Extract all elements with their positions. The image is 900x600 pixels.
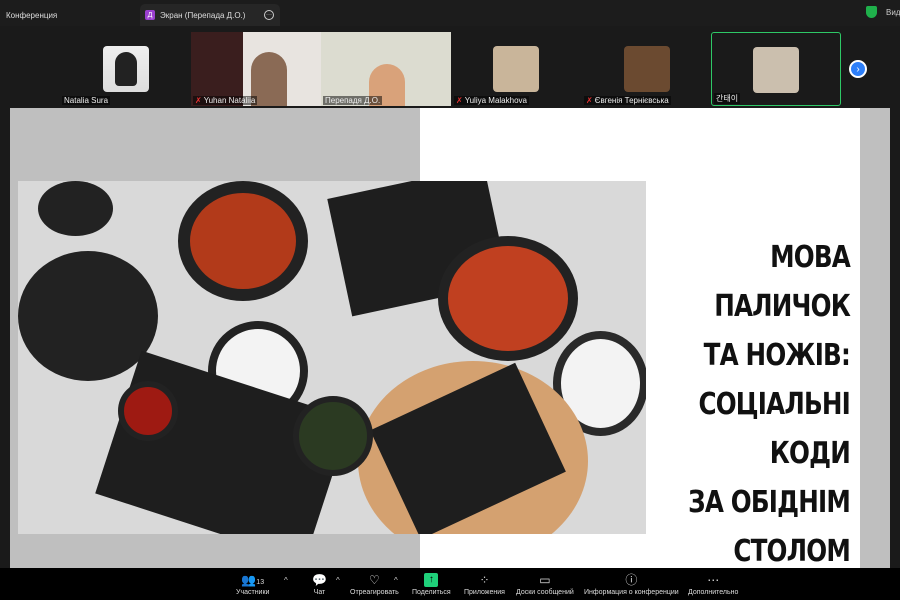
avatar: [493, 46, 539, 92]
label: Участники: [236, 589, 270, 596]
participant-strip: Natalia Sura ✗ Yuhan Nataliia Перепадя Д.…: [0, 26, 900, 108]
mic-muted-icon: ✗: [456, 96, 463, 105]
avatar: [753, 47, 799, 93]
heart-icon: ♡: [369, 573, 380, 587]
participant-tile[interactable]: Natalia Sura: [60, 32, 188, 106]
label: Чат: [313, 589, 326, 596]
label: Отреагировать: [350, 589, 399, 596]
slide-title: МОВА ПАЛИЧОК ТА НОЖІВ: СОЦІАЛЬНІ КОДИ ЗА…: [686, 233, 851, 576]
chat-icon: 💬: [312, 573, 327, 587]
title-line: ЗА ОБІДНІМ: [688, 485, 851, 520]
apps-button[interactable]: ⁘ Приложения: [464, 573, 505, 596]
participant-name: Yuliya Malakhova: [464, 96, 527, 105]
title-line: МОВА ПАЛИЧОК: [714, 240, 851, 324]
view-button[interactable]: Вид: [886, 8, 900, 17]
tab-conference[interactable]: Конференция: [0, 4, 57, 26]
meeting-toolbar: 👥13 Участники ^ 💬 Чат ^ ♡ Отреагировать ^ ↑…: [0, 568, 900, 600]
avatar: [103, 46, 149, 92]
more-button[interactable]: ⋯ Дополнительно: [688, 573, 738, 596]
shared-screen: МОВА ПАЛИЧОК ТА НОЖІВ: СОЦІАЛЬНІ КОДИ ЗА…: [10, 108, 890, 569]
title-line: СОЦІАЛЬНІ КОДИ: [698, 387, 850, 471]
tile-overlay: ✗ Yuhan Nataliia: [191, 32, 321, 106]
react-button[interactable]: ♡ Отреагировать: [350, 573, 399, 596]
label: Информация о конференции: [584, 589, 679, 596]
tab-label: Конференция: [6, 10, 58, 20]
korean-food-photo: [18, 181, 646, 534]
participant-tile[interactable]: ✗ Євгенія Тернієвська: [582, 32, 710, 106]
whiteboard-icon: ▭: [539, 573, 551, 587]
whiteboards-button[interactable]: ▭ Доски сообщений: [516, 573, 574, 596]
top-bar: Конференция Д Экран (Перепада Д.О.) ··· …: [0, 0, 900, 26]
participant-name: Yuhan Nataliia: [203, 96, 256, 105]
participants-icon: 👥13: [241, 573, 265, 587]
meeting-info-button[interactable]: ⓘ Информация о конференции: [584, 573, 679, 596]
next-page-chevron-icon[interactable]: ›: [849, 60, 867, 78]
share-button[interactable]: ↑ Поделиться: [412, 573, 451, 596]
chat-button[interactable]: 💬 Чат: [312, 573, 327, 596]
apps-icon: ⁘: [479, 573, 490, 587]
participant-name: Natalia Sura: [62, 96, 111, 105]
presenter-initial-icon: Д: [145, 10, 155, 20]
participant-video[interactable]: Перепадя Д.О.: [321, 32, 451, 106]
tab-label: Экран (Перепада Д.О.): [160, 10, 246, 20]
participant-tile[interactable]: ✗ Yuliya Malakhova: [452, 32, 580, 106]
tile-overlay: Перепадя Д.О.: [321, 32, 451, 106]
title-line: ТА НОЖІВ:: [703, 338, 851, 373]
react-caret-icon[interactable]: ^: [394, 576, 398, 585]
more-icon: ⋯: [707, 573, 720, 587]
participants-caret-icon[interactable]: ^: [284, 576, 288, 585]
label: Доски сообщений: [516, 589, 574, 596]
avatar: [624, 46, 670, 92]
label: Приложения: [464, 589, 505, 596]
info-icon: ⓘ: [625, 573, 638, 587]
tab-screen-share[interactable]: Д Экран (Перепада Д.О.) ···: [140, 4, 280, 26]
label: Поделиться: [412, 589, 451, 596]
participants-button[interactable]: 👥13 Участники: [236, 573, 269, 596]
mic-muted-icon: ✗: [195, 96, 202, 105]
participants-count: 13: [256, 579, 265, 586]
participant-name: 간태이: [714, 93, 741, 104]
participant-name: Євгенія Тернієвська: [594, 96, 669, 105]
mic-muted-icon: ✗: [586, 96, 593, 105]
security-shield-icon[interactable]: [866, 6, 877, 18]
participant-tile-active[interactable]: 간태이: [711, 32, 841, 106]
share-arrow-icon: ↑: [424, 573, 439, 587]
participant-video[interactable]: ✗ Yuhan Nataliia: [191, 32, 321, 106]
label: Дополнительно: [688, 589, 739, 596]
chat-caret-icon[interactable]: ^: [336, 576, 340, 585]
more-icon[interactable]: ···: [264, 10, 274, 20]
participant-name: Перепадя Д.О.: [323, 96, 383, 105]
